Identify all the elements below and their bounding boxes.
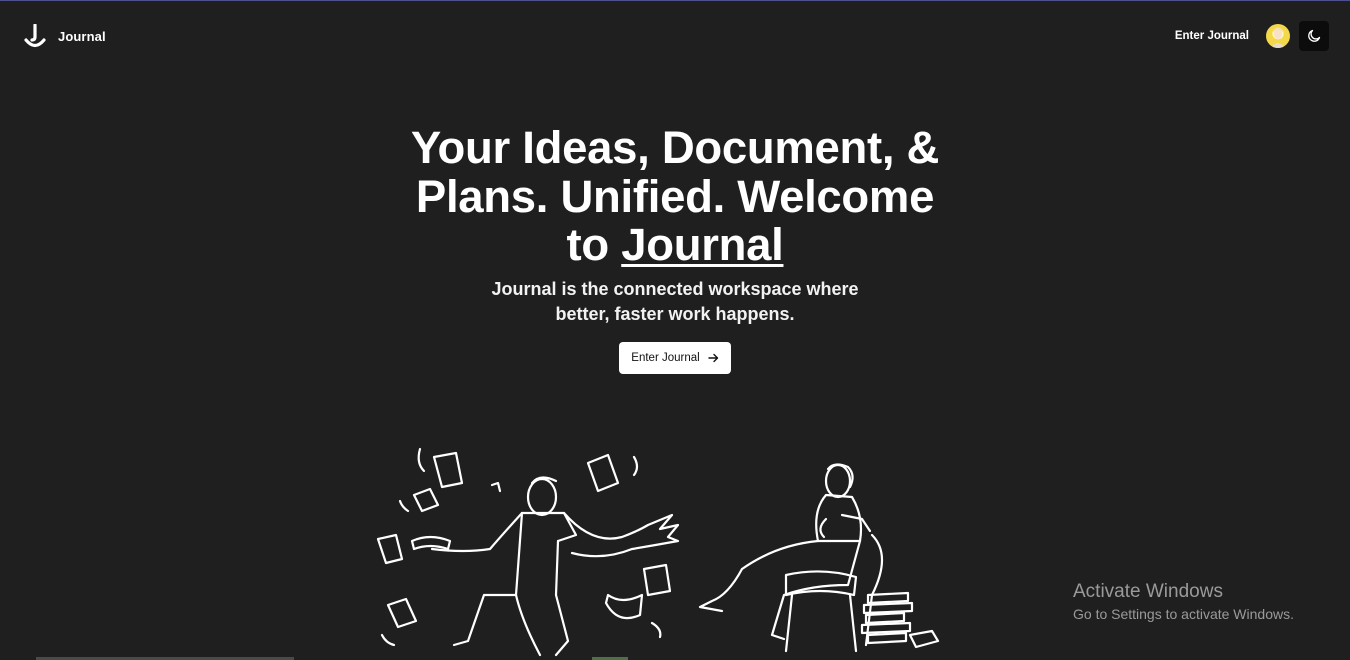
top-navbar: Journal Enter Journal <box>0 1 1350 71</box>
hero-subtitle: Journal is the connected workspace where… <box>465 277 885 327</box>
hero-subtitle-line1: Journal is the connected workspace where <box>491 278 859 299</box>
nav-actions: Enter Journal <box>1175 21 1329 51</box>
arrow-right-icon <box>708 353 718 362</box>
enter-journal-link[interactable]: Enter Journal <box>1175 30 1249 42</box>
user-avatar-icon[interactable] <box>1266 24 1290 48</box>
windows-activation-watermark: Activate Windows Go to Settings to activ… <box>1073 581 1294 625</box>
enter-journal-button-label: Enter Journal <box>631 351 700 364</box>
watermark-title: Activate Windows <box>1073 581 1223 602</box>
watermark-subtitle: Go to Settings to activate Windows. <box>1073 606 1294 622</box>
hero-title-line3-prefix: to <box>566 219 610 270</box>
brand[interactable]: Journal <box>24 24 106 48</box>
hero-title-line1: Your Ideas, Document, & <box>410 122 940 173</box>
brand-name: Journal <box>58 28 106 44</box>
hero-title: Your Ideas, Document, & Plans. Unified. … <box>365 122 985 270</box>
hero-title-journal-link: Journal <box>621 219 784 270</box>
hero-section: Your Ideas, Document, & Plans. Unified. … <box>0 122 1350 374</box>
hero-title-line2: Plans. Unified. Welcome <box>415 170 935 222</box>
theme-toggle-button[interactable] <box>1299 21 1329 51</box>
enter-journal-button[interactable]: Enter Journal <box>619 341 731 374</box>
people-with-papers-illustration <box>376 447 940 657</box>
j-smile-logo-icon <box>24 24 46 48</box>
hero-subtitle-line2: better, faster work happens. <box>555 303 795 324</box>
moon-icon <box>1308 29 1321 42</box>
